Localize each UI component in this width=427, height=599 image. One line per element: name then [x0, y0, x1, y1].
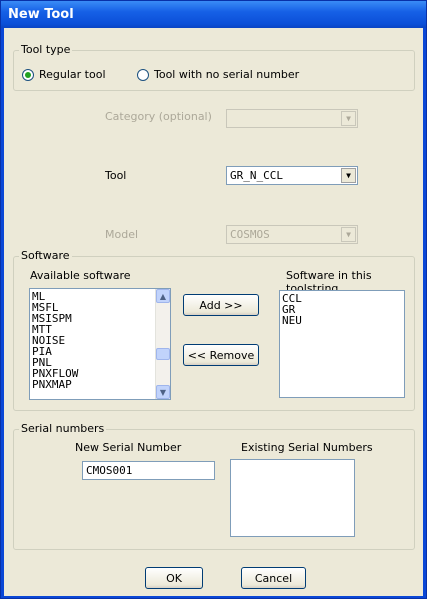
- available-software-list[interactable]: ML MSFL MSISPM MTT NOISE PIA PNL PNXFLOW PNXMAP …: [29, 288, 171, 400]
- window-title: New Tool: [1, 1, 426, 28]
- ok-button[interactable]: OK: [145, 567, 203, 589]
- new-serial-number-label: New Serial Number: [75, 441, 182, 454]
- list-item[interactable]: NEU: [280, 315, 404, 326]
- available-software-scrollbar[interactable]: ▲ ▼: [155, 289, 170, 399]
- toolstring-software-list[interactable]: CCL GR NEU: [279, 290, 405, 398]
- radio-regular-tool[interactable]: Regular tool: [22, 68, 106, 81]
- model-label: Model: [105, 228, 139, 241]
- category-combobox[interactable]: ▼: [226, 109, 358, 128]
- chevron-down-icon[interactable]: ▼: [341, 168, 356, 183]
- existing-serial-numbers-list[interactable]: [230, 459, 355, 537]
- serial-numbers-legend: Serial numbers: [19, 422, 107, 435]
- tool-value: GR_N_CCL: [230, 169, 283, 182]
- scroll-down-icon[interactable]: ▼: [156, 385, 170, 399]
- category-label: Category (optional): [105, 110, 212, 123]
- radio-no-serial-tool-label: Tool with no serial number: [154, 68, 300, 81]
- existing-serial-numbers-label: Existing Serial Numbers: [241, 441, 373, 454]
- tool-combobox[interactable]: GR_N_CCL ▼: [226, 166, 358, 185]
- tool-type-legend: Tool type: [19, 43, 73, 56]
- cancel-button[interactable]: Cancel: [241, 567, 306, 589]
- scroll-up-icon[interactable]: ▲: [156, 289, 170, 303]
- radio-unselected-icon: [137, 68, 149, 81]
- list-item[interactable]: CCL: [280, 293, 404, 304]
- list-item[interactable]: PNXMAP: [30, 379, 170, 390]
- dialog-client-area: Tool type Regular tool Tool with no seri…: [4, 28, 423, 596]
- tool-label: Tool: [105, 169, 127, 182]
- available-software-items: ML MSFL MSISPM MTT NOISE PIA PNL PNXFLOW PNXMAP: [30, 289, 170, 390]
- new-serial-number-input[interactable]: CMOS001: [82, 461, 215, 480]
- add-button[interactable]: Add >>: [183, 294, 259, 316]
- toolstring-software-items: CCL GR NEU: [280, 291, 404, 326]
- model-combobox[interactable]: COSMOS ▼: [226, 225, 358, 244]
- available-software-label: Available software: [30, 269, 131, 282]
- radio-selected-icon: [22, 68, 34, 81]
- chevron-down-icon[interactable]: ▼: [341, 111, 356, 126]
- software-legend: Software: [19, 249, 72, 262]
- remove-button[interactable]: << Remove: [183, 344, 259, 366]
- new-tool-window: New Tool Tool type Regular tool Tool wit…: [0, 0, 427, 599]
- chevron-down-icon[interactable]: ▼: [341, 227, 356, 242]
- scroll-thumb[interactable]: [156, 348, 170, 360]
- model-value: COSMOS: [230, 228, 270, 241]
- radio-no-serial-tool[interactable]: Tool with no serial number: [137, 68, 299, 81]
- radio-regular-tool-label: Regular tool: [39, 68, 106, 81]
